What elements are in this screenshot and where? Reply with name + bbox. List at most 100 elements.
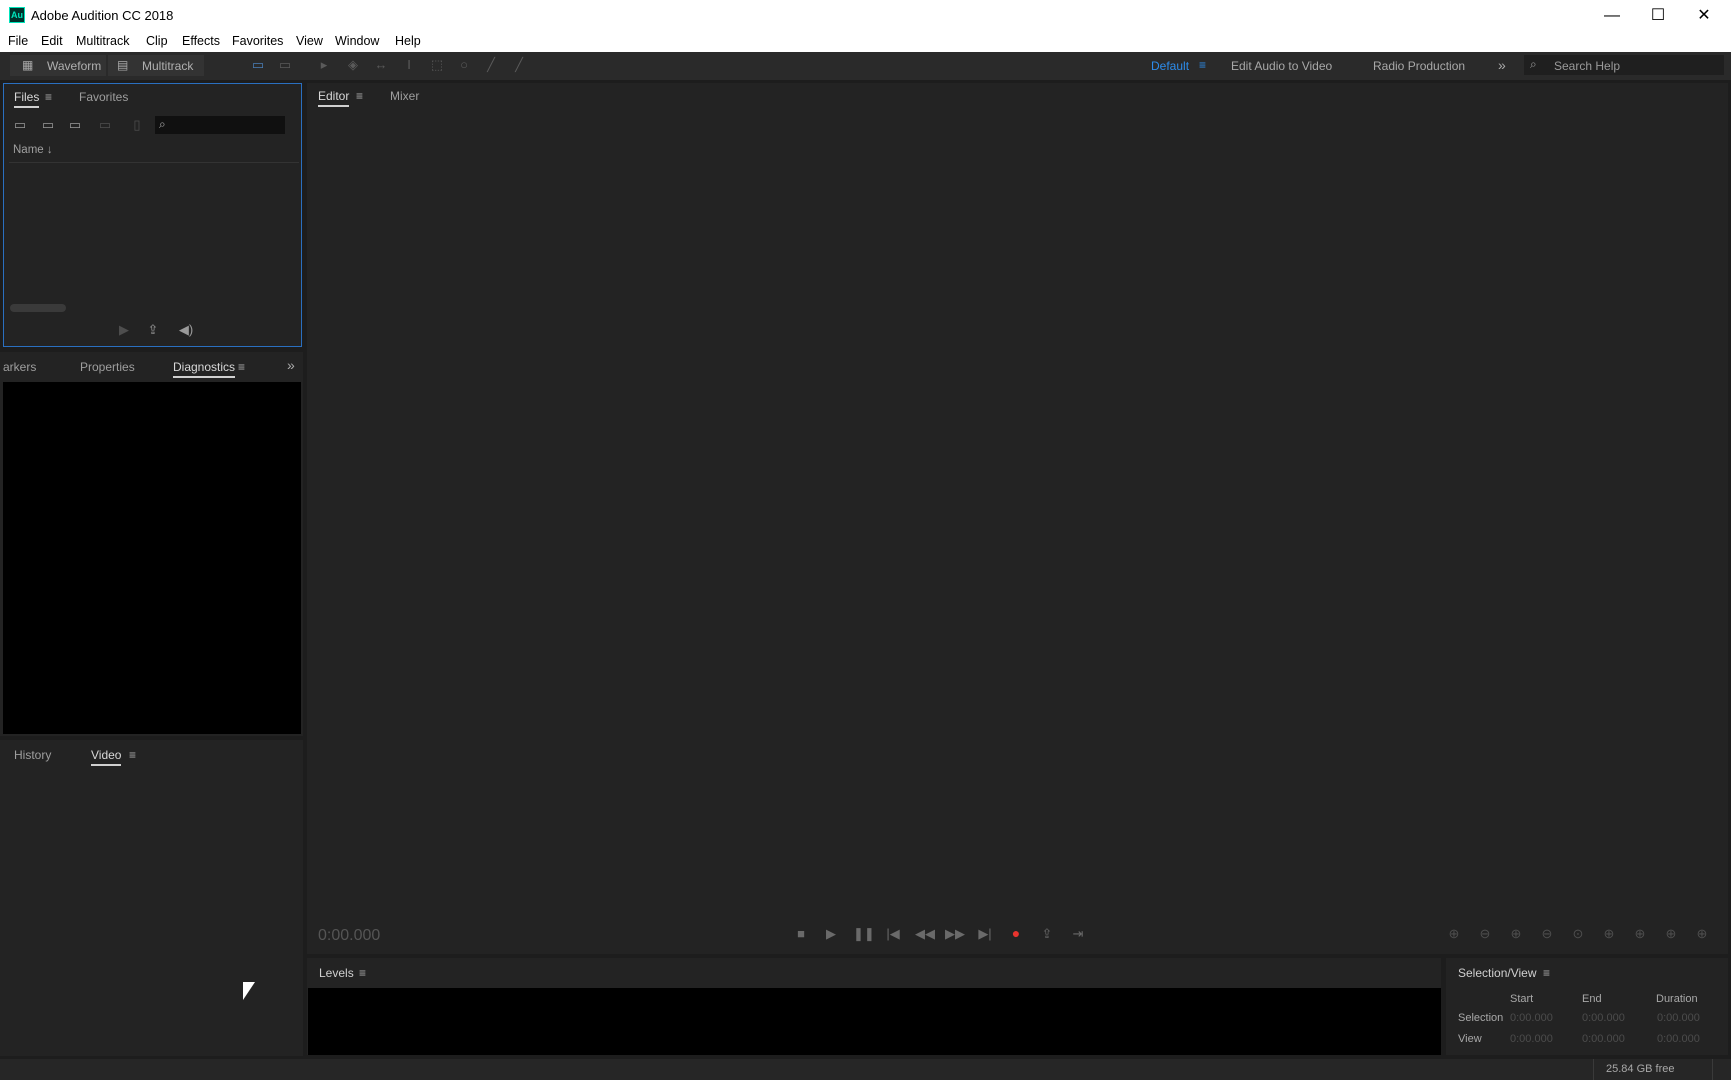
maximize-button[interactable]: ☐ bbox=[1635, 0, 1681, 31]
move-tool-icon[interactable]: ▸ bbox=[315, 56, 333, 74]
levels-menu-icon[interactable]: ≡ bbox=[359, 966, 366, 980]
pause-icon[interactable]: ❚❚ bbox=[853, 926, 875, 942]
selection-start[interactable]: 0:00.000 bbox=[1510, 1012, 1553, 1024]
view-start[interactable]: 0:00.000 bbox=[1510, 1033, 1553, 1045]
menu-bar: File Edit Multitrack Clip Effects Favori… bbox=[0, 31, 1731, 52]
tab-video[interactable]: Video bbox=[91, 748, 122, 766]
import-file-icon[interactable]: ▭ bbox=[39, 117, 57, 133]
menu-multitrack[interactable]: Multitrack bbox=[76, 34, 129, 48]
loop-playback-icon[interactable]: ⇪ bbox=[1038, 926, 1056, 942]
delete-icon[interactable]: ▯ bbox=[128, 117, 146, 133]
header-start: Start bbox=[1510, 993, 1534, 1005]
app-icon: Au bbox=[9, 7, 25, 23]
zoom-to-selection-icon[interactable]: ⊕ bbox=[1662, 926, 1680, 942]
zoom-out-time-icon[interactable]: ⊖ bbox=[1538, 926, 1556, 942]
header-end: End bbox=[1582, 993, 1602, 1005]
video-panel-menu-icon[interactable]: ≡ bbox=[129, 748, 136, 762]
insert-into-multitrack-icon[interactable]: ▭ bbox=[96, 117, 114, 133]
slip-tool-icon[interactable]: ↔ bbox=[372, 56, 390, 74]
menu-file[interactable]: File bbox=[8, 34, 28, 48]
record-icon[interactable]: ● bbox=[1007, 925, 1025, 941]
workspace-radio-production[interactable]: Radio Production bbox=[1373, 59, 1465, 73]
menu-favorites[interactable]: Favorites bbox=[232, 34, 283, 48]
stop-icon[interactable]: ■ bbox=[792, 926, 810, 942]
menu-clip[interactable]: Clip bbox=[146, 34, 168, 48]
brush-tool-icon[interactable]: ╱ bbox=[482, 56, 500, 74]
zoom-out-amplitude-icon[interactable]: ⊖ bbox=[1476, 926, 1494, 942]
search-icon: ⌕ bbox=[1530, 57, 1537, 71]
row-selection-label: Selection bbox=[1458, 1012, 1504, 1024]
menu-view[interactable]: View bbox=[296, 34, 323, 48]
close-button[interactable]: ✕ bbox=[1681, 0, 1727, 31]
zoom-in-amplitude-icon[interactable]: ⊕ bbox=[1445, 926, 1463, 942]
zoom-in-time-icon[interactable]: ⊕ bbox=[1507, 926, 1525, 942]
tab-selection-view[interactable]: Selection/View bbox=[1458, 966, 1537, 980]
search-placeholder: Search Help bbox=[1554, 59, 1621, 73]
zoom-to-selected-tracks-icon[interactable]: ⊕ bbox=[1693, 926, 1711, 942]
tab-levels[interactable]: Levels bbox=[319, 966, 354, 980]
rewind-icon[interactable]: ◀◀ bbox=[915, 926, 935, 942]
speaker-icon[interactable]: ◀) bbox=[177, 322, 195, 338]
view-end[interactable]: 0:00.000 bbox=[1582, 1033, 1625, 1045]
selection-duration[interactable]: 0:00.000 bbox=[1657, 1012, 1700, 1024]
menu-effects[interactable]: Effects bbox=[182, 34, 220, 48]
menu-edit[interactable]: Edit bbox=[41, 34, 63, 48]
open-file-icon[interactable]: ▭ bbox=[11, 117, 29, 133]
multitrack-button[interactable]: ▤ Multitrack bbox=[108, 55, 204, 76]
selection-view-menu-icon[interactable]: ≡ bbox=[1543, 966, 1550, 980]
more-workspaces-icon[interactable]: » bbox=[1498, 57, 1506, 73]
tab-favorites[interactable]: Favorites bbox=[79, 90, 128, 104]
tab-diagnostics[interactable]: Diagnostics bbox=[173, 360, 236, 378]
menu-help[interactable]: Help bbox=[395, 34, 421, 48]
video-panel: History Video ≡ bbox=[0, 740, 303, 1056]
files-panel-menu-icon[interactable]: ≡ bbox=[45, 90, 52, 104]
fast-forward-icon[interactable]: ▶▶ bbox=[945, 926, 965, 942]
tab-editor[interactable]: Editor bbox=[318, 89, 350, 107]
status-bar: 25.84 GB free bbox=[0, 1059, 1731, 1080]
tab-properties[interactable]: Properties bbox=[80, 360, 135, 374]
view-duration[interactable]: 0:00.000 bbox=[1657, 1033, 1700, 1045]
search-help-field[interactable]: ⌕ Search Help bbox=[1524, 55, 1724, 75]
row-view-label: View bbox=[1458, 1033, 1482, 1045]
play-icon[interactable]: ▶ bbox=[115, 322, 133, 338]
diagnostics-menu-icon[interactable]: ≡ bbox=[238, 360, 245, 374]
selection-end[interactable]: 0:00.000 bbox=[1582, 1012, 1625, 1024]
skip-selection-icon[interactable]: ⇥ bbox=[1069, 926, 1087, 942]
time-display: 0:00.000 bbox=[318, 927, 381, 944]
tab-markers[interactable]: arkers bbox=[3, 360, 36, 374]
skip-forward-icon[interactable]: ▶| bbox=[976, 926, 994, 942]
marquee-tool-icon[interactable]: ⬚ bbox=[428, 56, 446, 74]
minimize-button[interactable]: — bbox=[1589, 0, 1635, 31]
razor-tool-icon[interactable]: ◈ bbox=[344, 56, 362, 74]
loop-icon[interactable]: ⇪ bbox=[144, 322, 162, 338]
spectral-view-icon[interactable]: ▭ bbox=[249, 56, 267, 74]
zoom-in-at-end-icon[interactable]: ⊕ bbox=[1631, 926, 1649, 942]
lasso-tool-icon[interactable]: ○ bbox=[455, 56, 473, 74]
workspace-edit-audio-to-video[interactable]: Edit Audio to Video bbox=[1231, 59, 1332, 73]
files-search-input[interactable]: ⌕ bbox=[155, 116, 285, 134]
workspace-default[interactable]: Default bbox=[1151, 59, 1189, 73]
tab-files[interactable]: Files bbox=[14, 90, 40, 108]
waveform-button[interactable]: ▦ Waveform bbox=[10, 55, 106, 76]
files-panel: Files ≡ Favorites ▭ ▭ ▭ ▭ ▯ ⌕ Name ↓ ▶ ⇪… bbox=[3, 83, 302, 347]
play-icon[interactable]: ▶ bbox=[822, 926, 840, 942]
menu-window[interactable]: Window bbox=[335, 34, 379, 48]
skip-back-icon[interactable]: |◀ bbox=[884, 926, 902, 942]
frequency-view-icon[interactable]: ▭ bbox=[276, 56, 294, 74]
new-file-icon[interactable]: ▭ bbox=[66, 117, 84, 133]
waveform-icon: ▦ bbox=[22, 58, 34, 72]
editor-panel: Editor ≡ Mixer 0:00.000 ■ ▶ ❚❚ |◀ ◀◀ ▶▶ … bbox=[307, 83, 1728, 954]
tab-mixer[interactable]: Mixer bbox=[390, 89, 419, 103]
window-title: Adobe Audition CC 2018 bbox=[31, 8, 174, 23]
time-selection-icon[interactable]: I bbox=[400, 56, 418, 74]
editor-menu-icon[interactable]: ≡ bbox=[356, 89, 363, 103]
healing-tool-icon[interactable]: ╱ bbox=[510, 56, 528, 74]
scrollbar[interactable] bbox=[10, 304, 66, 312]
zoom-out-full-icon[interactable]: ⊙ bbox=[1569, 926, 1587, 942]
zoom-in-at-start-icon[interactable]: ⊕ bbox=[1600, 926, 1618, 942]
more-tabs-icon[interactable]: » bbox=[287, 357, 295, 373]
tab-history[interactable]: History bbox=[14, 748, 51, 762]
name-column-header[interactable]: Name ↓ bbox=[13, 144, 53, 156]
search-icon: ⌕ bbox=[159, 117, 166, 131]
workspace-menu-icon[interactable]: ≡ bbox=[1199, 58, 1206, 72]
